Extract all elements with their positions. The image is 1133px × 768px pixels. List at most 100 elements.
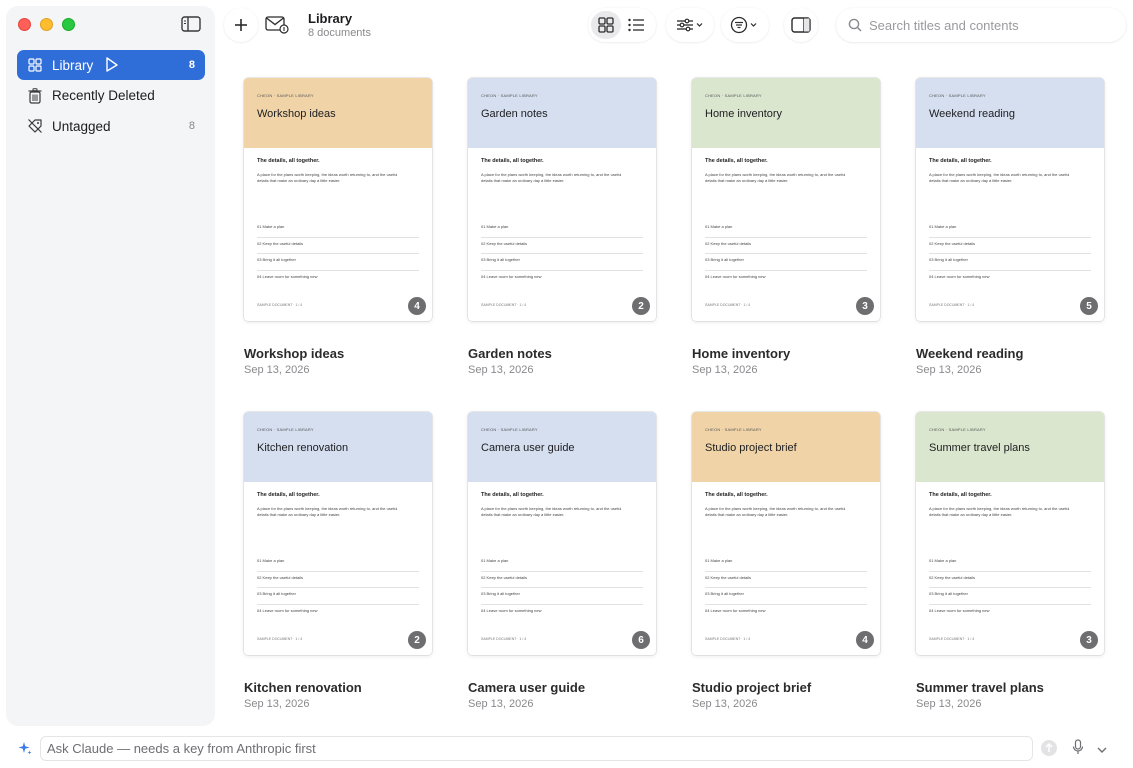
thumbnail-list: 01 Make a plan 02 Keep the useful details… — [481, 221, 643, 287]
document-thumbnail[interactable]: CHEON · SAMPLE LIBRARY Weekend reading T… — [916, 78, 1104, 321]
document-title[interactable]: Weekend reading — [916, 346, 1104, 361]
document-title[interactable]: Workshop ideas — [244, 346, 432, 361]
document-thumbnail[interactable]: CHEON · SAMPLE LIBRARY Summer travel pla… — [916, 412, 1104, 655]
thumbnail-title: Workshop ideas — [257, 108, 336, 120]
thumbnail-list-item: 02 Keep the useful details — [257, 572, 419, 588]
thumbnail-list-item: 01 Make a plan — [481, 555, 643, 572]
document-thumbnail[interactable]: CHEON · SAMPLE LIBRARY Camera user guide… — [468, 412, 656, 655]
document-date: Sep 13, 2026 — [468, 698, 534, 710]
thumbnail-list-item: 04 Leave room for something new — [705, 607, 766, 613]
document-card[interactable]: CHEON · SAMPLE LIBRARY Kitchen renovatio… — [244, 412, 432, 710]
arrow-up-icon — [1045, 743, 1053, 752]
sort-menu-button[interactable] — [721, 8, 769, 42]
thumbnail-title: Home inventory — [705, 108, 783, 120]
document-card[interactable]: CHEON · SAMPLE LIBRARY Workshop ideas Th… — [244, 78, 432, 376]
thumbnail-list-item: 04 Leave room for something new — [257, 607, 318, 613]
thumbnail-kicker: CHEON · SAMPLE LIBRARY — [929, 93, 986, 98]
document-thumbnail[interactable]: CHEON · SAMPLE LIBRARY Kitchen renovatio… — [244, 412, 432, 655]
document-card[interactable]: CHEON · SAMPLE LIBRARY Camera user guide… — [468, 412, 656, 710]
close-window-button[interactable] — [18, 18, 31, 31]
sidebar-item-label: Untagged — [52, 118, 111, 134]
inspector-toggle-button[interactable] — [784, 8, 818, 42]
sidebar-item-untagged[interactable]: Untagged 8 — [17, 111, 205, 141]
thumbnail-list-item: 01 Make a plan — [705, 555, 867, 572]
thumbnail-list-item: 02 Keep the useful details — [929, 238, 1091, 254]
thumbnail-kicker: CHEON · SAMPLE LIBRARY — [705, 93, 762, 98]
send-button[interactable] — [1041, 740, 1057, 756]
thumbnail-kicker: CHEON · SAMPLE LIBRARY — [257, 427, 314, 432]
thumbnail-title: Summer travel plans — [929, 442, 1030, 454]
document-thumbnail[interactable]: CHEON · SAMPLE LIBRARY Studio project br… — [692, 412, 880, 655]
page-count-badge: 4 — [856, 631, 874, 649]
document-date: Sep 13, 2026 — [692, 364, 758, 376]
document-card[interactable]: CHEON · SAMPLE LIBRARY Home inventory Th… — [692, 78, 880, 376]
plus-icon — [235, 19, 247, 31]
page-count-badge: 2 — [632, 297, 650, 315]
document-thumbnail[interactable]: CHEON · SAMPLE LIBRARY Home inventory Th… — [692, 78, 880, 321]
document-title[interactable]: Studio project brief — [692, 680, 880, 695]
sidebar-nav: Library 8 Recently Deleted Untagged 8 — [17, 50, 205, 142]
import-email-button[interactable] — [260, 8, 294, 42]
document-date: Sep 13, 2026 — [468, 364, 534, 376]
thumbnail-paragraph: A place for the plans worth keeping, the… — [705, 506, 846, 517]
chevron-down-icon[interactable] — [1097, 741, 1107, 759]
thumbnail-kicker: CHEON · SAMPLE LIBRARY — [257, 93, 314, 98]
sidebar-item-library[interactable]: Library 8 — [17, 50, 205, 80]
grid-icon — [27, 57, 43, 73]
thumbnail-list-item: 04 Leave room for something new — [929, 607, 990, 613]
grid-view-button[interactable] — [591, 11, 621, 39]
document-title[interactable]: Garden notes — [468, 346, 656, 361]
thumbnail-body: The details, all together. A place for t… — [244, 148, 432, 287]
page-count-badge: 2 — [408, 631, 426, 649]
thumbnail-body: The details, all together. A place for t… — [692, 148, 880, 287]
thumbnail-footer: SAMPLE DOCUMENT · 1 / 4 — [257, 303, 303, 307]
thumbnail-paragraph: A place for the plans worth keeping, the… — [705, 172, 846, 183]
trash-icon — [27, 87, 43, 104]
thumbnail-list-item: 04 Leave room for something new — [929, 273, 990, 279]
document-card[interactable]: CHEON · SAMPLE LIBRARY Weekend reading T… — [916, 78, 1104, 376]
thumbnail-list-item: 01 Make a plan — [705, 221, 867, 238]
document-thumbnail[interactable]: CHEON · SAMPLE LIBRARY Workshop ideas Th… — [244, 78, 432, 321]
mail-icon — [265, 16, 289, 34]
thumbnail-paragraph: A place for the plans worth keeping, the… — [257, 506, 398, 517]
document-count: 8 documents — [308, 27, 371, 39]
zoom-window-button[interactable] — [62, 18, 75, 31]
sidebar-toggle-icon[interactable] — [181, 16, 203, 33]
new-document-button[interactable] — [224, 8, 258, 42]
sidebar-item-label: Library — [52, 57, 94, 73]
thumbnail-heading: The details, all together. — [929, 158, 992, 164]
sidebar-item-count: 8 — [188, 59, 195, 71]
document-card[interactable]: CHEON · SAMPLE LIBRARY Summer travel pla… — [916, 412, 1104, 710]
thumbnail-footer: SAMPLE DOCUMENT · 1 / 4 — [929, 303, 975, 307]
document-grid: CHEON · SAMPLE LIBRARY Workshop ideas Th… — [244, 78, 1104, 718]
thumbnail-list-item: 02 Keep the useful details — [257, 238, 419, 254]
thumbnail-list-item: 04 Leave room for something new — [481, 607, 542, 613]
document-title[interactable]: Camera user guide — [468, 680, 656, 695]
search-field[interactable] — [836, 8, 1126, 42]
microphone-icon[interactable] — [1072, 739, 1084, 760]
thumbnail-list-item: 03 Bring it all together — [257, 254, 419, 271]
thumbnail-list: 01 Make a plan 02 Keep the useful details… — [929, 555, 1091, 621]
minimize-window-button[interactable] — [40, 18, 53, 31]
document-card[interactable]: CHEON · SAMPLE LIBRARY Studio project br… — [692, 412, 880, 710]
sidebar-item-recently-deleted[interactable]: Recently Deleted — [17, 81, 205, 111]
document-title[interactable]: Home inventory — [692, 346, 880, 361]
thumbnail-heading: The details, all together. — [481, 492, 544, 498]
page-count-badge: 4 — [408, 297, 426, 315]
thumbnail-heading: The details, all together. — [257, 158, 320, 164]
list-view-button[interactable] — [621, 11, 651, 39]
filter-menu-button[interactable] — [666, 8, 714, 42]
toolbar: Library 8 documents — [215, 0, 1133, 50]
document-title[interactable]: Summer travel plans — [916, 680, 1104, 695]
thumbnail-title: Garden notes — [481, 108, 548, 120]
document-card[interactable]: CHEON · SAMPLE LIBRARY Garden notes The … — [468, 78, 656, 376]
window-controls — [18, 18, 75, 31]
thumbnail-footer: SAMPLE DOCUMENT · 1 / 4 — [481, 637, 527, 641]
document-thumbnail[interactable]: CHEON · SAMPLE LIBRARY Garden notes The … — [468, 78, 656, 321]
document-date: Sep 13, 2026 — [244, 364, 310, 376]
page-count-badge: 3 — [856, 297, 874, 315]
document-title[interactable]: Kitchen renovation — [244, 680, 432, 695]
search-input[interactable] — [869, 17, 1109, 33]
thumbnail-heading: The details, all together. — [929, 492, 992, 498]
ask-claude-input[interactable] — [40, 736, 1033, 761]
